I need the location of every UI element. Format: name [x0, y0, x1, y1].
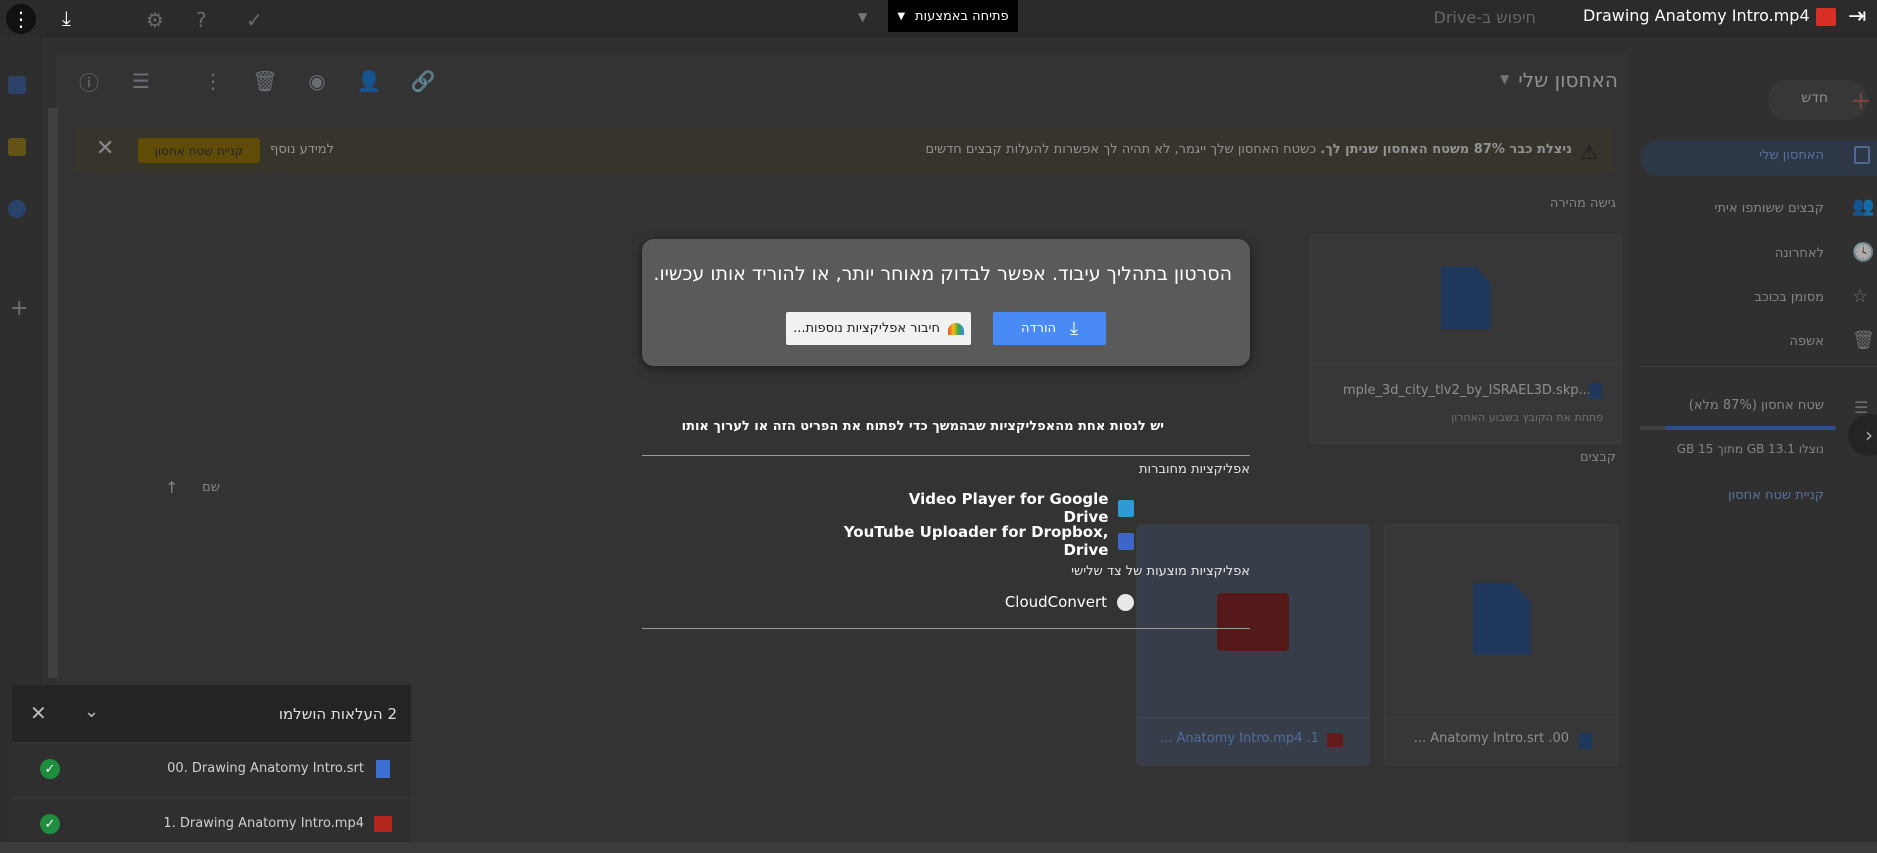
offline-check-icon[interactable]: ✓ [246, 8, 263, 32]
app-cloudconvert[interactable]: CloudConvert [960, 593, 1134, 611]
open-with-label: פתיחה באמצעות [915, 8, 1009, 24]
download-button[interactable]: ⤓ הורדה [993, 312, 1106, 345]
video-file-icon [374, 816, 392, 832]
app-label: Video Player for Google Drive [908, 490, 1109, 526]
apps-divider-top [642, 455, 1250, 456]
download-icon[interactable]: ⤓ [62, 6, 71, 30]
check-circle-icon: ✓ [40, 759, 60, 779]
uploads-panel: 2 העלאות הושלמו ⌄ ✕ 00. Drawing Anatomy … [12, 685, 411, 842]
document-file-icon [376, 760, 390, 778]
collapse-chevron-icon[interactable]: ⌄ [84, 701, 99, 722]
processing-message: הסרטון בתהליך עיבוד. אפשר לבדוק מאוחר יו… [653, 263, 1232, 285]
video-player-icon [1118, 499, 1134, 517]
app-label: CloudConvert [1004, 593, 1107, 611]
cloudconvert-icon [1117, 593, 1134, 611]
back-arrow-icon[interactable]: ⇥ [1848, 4, 1866, 29]
uploads-title: 2 העלאות הושלמו [278, 705, 397, 723]
uploads-header: 2 העלאות הושלמו ⌄ ✕ [12, 685, 411, 742]
suggested-apps-heading: אפליקציות מוצעות של צד שלישי [1071, 564, 1250, 579]
settings-gear-icon[interactable]: ⚙ [146, 8, 164, 32]
close-icon[interactable]: ✕ [30, 701, 47, 725]
try-apps-text: יש לנסות אחת מהאפליקציות שבהמשך כדי לפתו… [681, 419, 1164, 434]
open-with-button[interactable]: פתיחה באמצעות ▼ [888, 0, 1018, 32]
help-icon[interactable]: ? [196, 8, 207, 32]
upload-item[interactable]: 1. Drawing Anatomy Intro.mp4 ✓ [12, 797, 411, 853]
app-video-player[interactable]: Video Player for Google Drive [880, 490, 1134, 526]
download-icon: ⤓ [1070, 318, 1078, 339]
file-title: 1. Drawing Anatomy Intro.mp4 [1583, 6, 1830, 25]
video-file-icon [1816, 8, 1836, 26]
search-input[interactable]: חיפוש ב-Drive [1396, 8, 1536, 27]
connect-more-label: חיבור אפליקציות נוספות... [793, 321, 940, 336]
app-youtube-uploader[interactable]: YouTube Uploader for Dropbox, Drive [820, 523, 1134, 559]
upload-item[interactable]: 00. Drawing Anatomy Intro.srt ✓ [12, 742, 411, 798]
connected-apps-heading: אפליקציות מחוברות [1139, 462, 1250, 477]
apps-icon [947, 322, 964, 335]
processing-dialog: הסרטון בתהליך עיבוד. אפשר לבדוק מאוחר יו… [642, 239, 1250, 366]
apps-divider-bottom [642, 628, 1250, 629]
app-label: YouTube Uploader for Dropbox, Drive [843, 523, 1109, 559]
caret-down-icon: ▼ [897, 10, 906, 22]
check-circle-icon: ✓ [40, 814, 60, 834]
more-options-icon[interactable]: ⋮ [6, 4, 36, 34]
search-options-icon[interactable]: ▼ [858, 10, 867, 24]
download-button-label: הורדה [1021, 321, 1056, 336]
youtube-uploader-icon [1118, 532, 1134, 550]
preview-header: ⋮ ⤓ ⚙ ? ✓ ▼ חיפוש ב-Drive פתיחה באמצעות … [0, 0, 1877, 38]
connect-more-apps-button[interactable]: חיבור אפליקציות נוספות... [786, 312, 971, 345]
upload-file-name: 1. Drawing Anatomy Intro.mp4 [163, 816, 364, 831]
upload-file-name: 00. Drawing Anatomy Intro.srt [167, 761, 364, 776]
